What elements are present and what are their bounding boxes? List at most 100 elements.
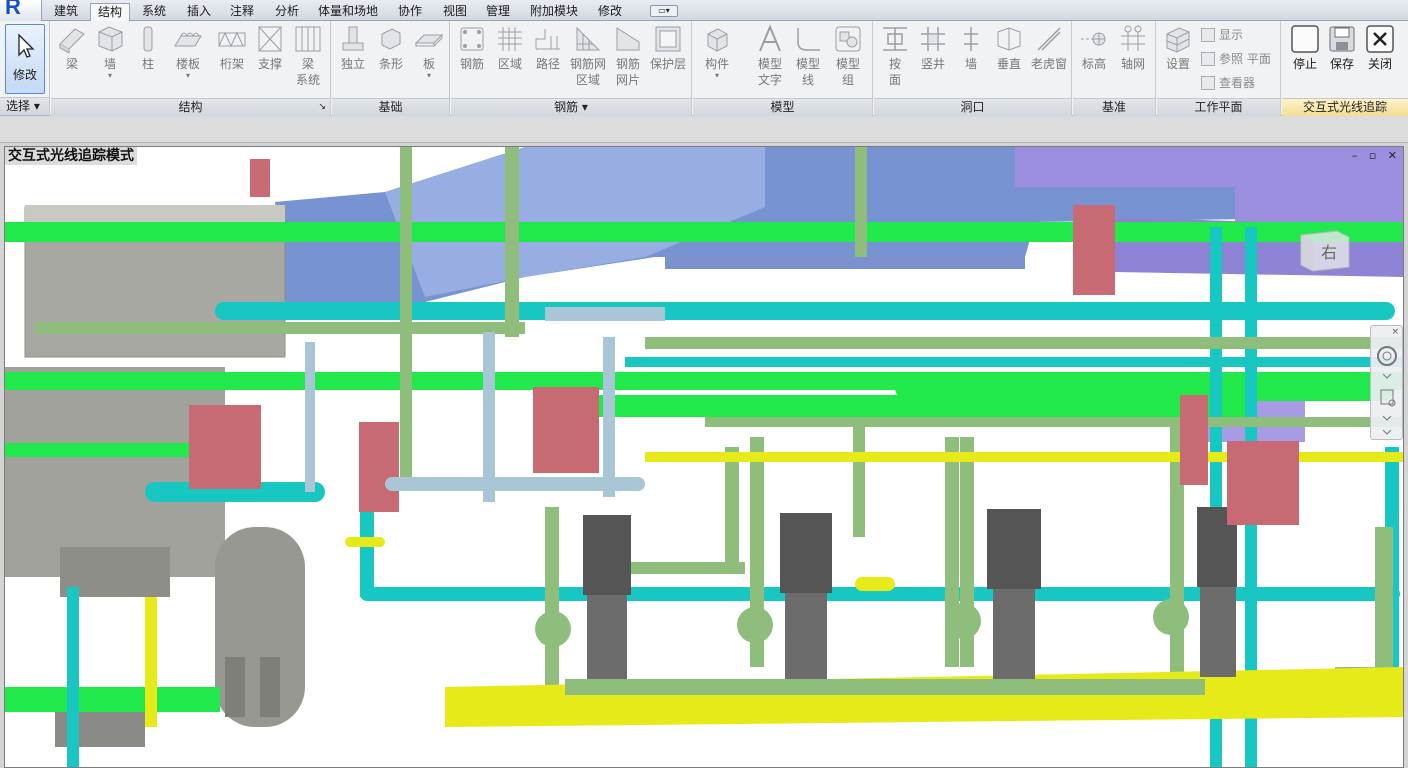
rebar-icon bbox=[460, 27, 484, 51]
cover-button[interactable]: 保护层 bbox=[647, 24, 689, 72]
truss-button[interactable]: 桁架 bbox=[213, 24, 251, 72]
panel-reinforcement-title[interactable]: 钢筋 ▾ bbox=[451, 98, 691, 116]
wall-button[interactable]: 墙 ▾ bbox=[91, 24, 129, 80]
tab-structure[interactable]: 结构 bbox=[90, 3, 130, 21]
brace-icon bbox=[258, 26, 282, 52]
tab-manage[interactable]: 管理 bbox=[479, 3, 517, 21]
set-workplane-button[interactable]: 设置 bbox=[1159, 24, 1197, 72]
viewport-window-controls[interactable]: – ▫ ✕ bbox=[1352, 149, 1401, 162]
support-leg bbox=[225, 657, 245, 717]
wall-foundation-icon bbox=[381, 28, 401, 50]
beam-system-label: 梁 系统 bbox=[295, 57, 320, 87]
beam-button[interactable]: 梁 bbox=[53, 24, 91, 72]
pipe bbox=[385, 477, 645, 491]
slab-foundation-button[interactable]: 板 ▾ bbox=[410, 24, 448, 80]
pipe bbox=[483, 332, 495, 502]
pipe bbox=[895, 375, 1395, 401]
model-text-icon bbox=[759, 24, 781, 52]
ref-plane-button[interactable]: 参照 平面 bbox=[1201, 48, 1271, 70]
vertical-opening-button[interactable]: 垂直 bbox=[990, 24, 1028, 72]
close-button[interactable]: 关闭 bbox=[1360, 24, 1400, 72]
tab-annotate[interactable]: 注释 bbox=[223, 3, 261, 21]
truss-label: 桁架 bbox=[219, 57, 244, 71]
select-dropdown[interactable]: 选择 ▾ bbox=[0, 97, 50, 115]
dormer-label: 老虎窗 bbox=[1030, 57, 1067, 71]
viewer-button[interactable]: 查看器 bbox=[1201, 72, 1255, 94]
modify-button[interactable]: 修改 bbox=[5, 24, 45, 94]
pipe bbox=[5, 687, 220, 712]
application-menu-button[interactable]: R bbox=[0, 0, 42, 21]
dialog-launcher-icon[interactable]: ↘ bbox=[318, 99, 326, 116]
shaft-button[interactable]: 竖井 bbox=[914, 24, 952, 72]
tab-modify[interactable]: 修改 bbox=[591, 3, 629, 21]
pipe bbox=[345, 537, 385, 547]
by-face-button[interactable]: 按 面 bbox=[876, 24, 914, 88]
slab-label: 板 bbox=[422, 57, 435, 71]
save-button[interactable]: 保存 bbox=[1322, 24, 1362, 72]
brace-button[interactable]: 支撑 bbox=[251, 24, 289, 72]
tab-architecture[interactable]: 建筑 bbox=[47, 3, 85, 21]
pump-motor bbox=[987, 509, 1041, 589]
level-button[interactable]: 标高 bbox=[1075, 24, 1113, 72]
pump-valve bbox=[945, 603, 981, 639]
fabric-sheet-label: 钢筋 网片 bbox=[615, 57, 640, 87]
fabric-area-label: 钢筋网 区域 bbox=[569, 57, 606, 87]
tab-insert[interactable]: 插入 bbox=[180, 3, 218, 21]
viewer-icon bbox=[1201, 76, 1215, 90]
area-rebar-button[interactable]: 区域 bbox=[491, 24, 529, 72]
fabric-area-button[interactable]: 钢筋网 区域 bbox=[567, 24, 609, 88]
pipe bbox=[1375, 527, 1393, 687]
area-rebar-icon bbox=[498, 27, 522, 51]
tab-analyze[interactable]: 分析 bbox=[268, 3, 306, 21]
tab-view[interactable]: 视图 bbox=[436, 3, 474, 21]
app-logo-letter: R bbox=[5, 0, 21, 19]
component-icon bbox=[707, 28, 728, 52]
tab-systems[interactable]: 系统 bbox=[135, 3, 173, 21]
wall-opening-button[interactable]: 墙 bbox=[952, 24, 990, 72]
upper-tank-lid bbox=[25, 205, 285, 223]
3d-viewport[interactable]: 交互式光线追踪模式 – ▫ ✕ 右 × bbox=[4, 146, 1404, 768]
viewcube[interactable]: 右 bbox=[1297, 227, 1353, 273]
floor-button[interactable]: 楼板 ▾ bbox=[169, 24, 207, 80]
model-group-button[interactable]: 模型 组 bbox=[829, 24, 867, 88]
stop-button[interactable]: 停止 bbox=[1285, 24, 1325, 72]
beam-label: 梁 bbox=[65, 57, 78, 71]
fabric-sheet-button[interactable]: 钢筋 网片 bbox=[609, 24, 647, 88]
ribbon-display-dropdown[interactable]: ▭▾ bbox=[650, 5, 678, 17]
panel-structure-title[interactable]: 结构 ↘ bbox=[51, 98, 330, 116]
model-group-label: 模型 组 bbox=[835, 57, 860, 87]
pump-valve bbox=[535, 611, 571, 647]
model-text-label: 模型 文字 bbox=[757, 57, 782, 87]
red-box bbox=[533, 387, 599, 473]
beam-system-button[interactable]: 梁 系统 bbox=[289, 24, 327, 88]
modify-label: 修改 bbox=[12, 68, 37, 82]
navigation-bar[interactable]: × bbox=[1370, 325, 1403, 440]
red-box bbox=[1180, 395, 1208, 485]
tab-collaborate[interactable]: 协作 bbox=[391, 3, 429, 21]
model-line-icon bbox=[797, 28, 820, 51]
pipe bbox=[400, 147, 412, 477]
wall-foundation-button[interactable]: 条形 bbox=[372, 24, 410, 72]
save-icon bbox=[1329, 26, 1355, 52]
model-line-button[interactable]: 模型 线 bbox=[789, 24, 827, 88]
area-label: 区域 bbox=[497, 57, 522, 71]
brace-label: 支撑 bbox=[257, 57, 282, 71]
chevron-down-icon bbox=[1382, 429, 1392, 435]
dormer-button[interactable]: 老虎窗 bbox=[1028, 24, 1070, 72]
pipe bbox=[545, 507, 559, 697]
viewport-mode-title: 交互式光线追踪模式 bbox=[5, 147, 137, 165]
model-text-button[interactable]: 模型 文字 bbox=[751, 24, 789, 88]
set-label: 设置 bbox=[1165, 57, 1190, 71]
isolated-foundation-button[interactable]: 独立 bbox=[334, 24, 372, 72]
tab-addins[interactable]: 附加模块 bbox=[525, 3, 583, 21]
beam-system-icon bbox=[295, 26, 321, 52]
navbar-close-icon[interactable]: × bbox=[1391, 327, 1399, 337]
rebar-button[interactable]: 钢筋 bbox=[453, 24, 491, 72]
show-workplane-button[interactable]: 显示 bbox=[1201, 24, 1243, 46]
path-rebar-button[interactable]: 路径 bbox=[529, 24, 567, 72]
component-button[interactable]: 构件 ▾ bbox=[698, 24, 736, 80]
isolated-label: 独立 bbox=[340, 57, 365, 71]
tab-massing-site[interactable]: 体量和场地 bbox=[312, 3, 384, 21]
column-button[interactable]: 柱 bbox=[129, 24, 167, 72]
grid-button[interactable]: 轴网 bbox=[1114, 24, 1152, 72]
